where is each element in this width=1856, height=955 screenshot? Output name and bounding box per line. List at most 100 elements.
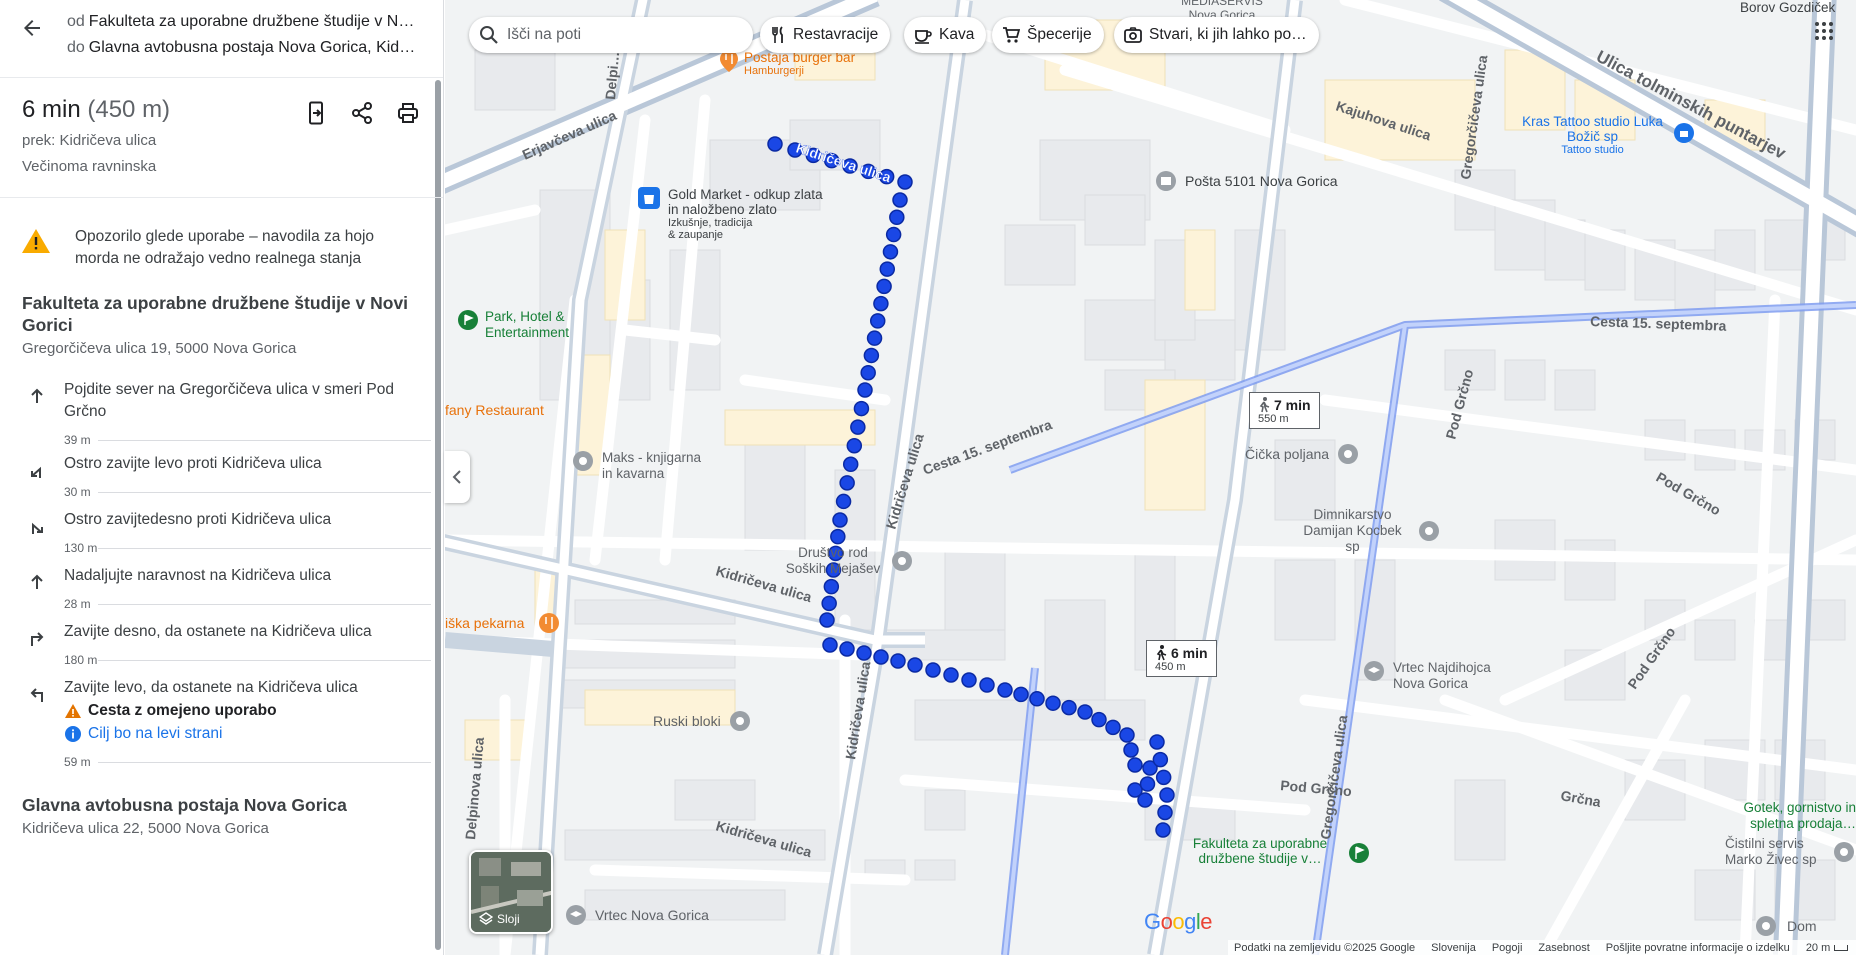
poi-name: Ruski bloki — [653, 713, 721, 729]
step-item[interactable]: Pojdite sever na Gregorčičeva ulica v sm… — [0, 379, 443, 453]
grey-pin-icon — [1834, 842, 1854, 862]
send-to-phone-button[interactable] — [303, 100, 329, 126]
search-input[interactable] — [507, 26, 727, 44]
chip-specerije[interactable]: Špecerije — [992, 17, 1104, 53]
scale-bar[interactable]: 20 m — [1806, 942, 1849, 954]
poi-name: Gotek, gornistvo in spletna prodaja… — [1743, 800, 1856, 831]
shopping-bag-icon — [638, 187, 660, 209]
privacy-link[interactable]: Zasebnost — [1538, 942, 1589, 954]
layers-button[interactable]: Sloji — [469, 850, 553, 934]
chip-label: Restavracije — [793, 26, 879, 43]
poi-drustvo[interactable]: Društvo rod Soških Mejašev — [783, 545, 913, 577]
poi-gotek[interactable]: Gotek, gornistvo in spletna prodaja… — [1730, 800, 1856, 832]
warning-triangle-icon — [22, 229, 50, 253]
step-distance: 180 m — [64, 653, 431, 673]
poi-fakulteta[interactable]: Fakulteta za uporabne družbene študije v… — [1180, 836, 1370, 866]
search-along-route[interactable] — [469, 17, 753, 53]
poi-vrtec-nova-gorica[interactable]: Vrtec Nova Gorica — [565, 904, 709, 926]
step-text: Ostro zavijtedesno proti Kidričeva ulica — [64, 511, 332, 528]
destination-block: Glavna avtobusna postaja Nova Gorica Kid… — [0, 775, 443, 837]
step-item[interactable]: Ostro zavijtedesno proti Kidričeva ulica… — [0, 509, 443, 565]
origin-field[interactable]: od Fakulteta za uporabne družbene študije… — [67, 13, 419, 31]
poi-borov-gozdicek[interactable]: Borov Gozdiček — [1740, 0, 1835, 15]
walking-icon — [1156, 645, 1167, 661]
destination-name[interactable]: Glavna avtobusna postaja Nova Gorica — [22, 795, 421, 816]
turn-right-arrow-icon — [24, 625, 50, 651]
poi-cicka-poljana[interactable]: Čička poljana — [1245, 443, 1359, 465]
grey-pin-icon — [729, 711, 750, 731]
mail-pin-icon — [1156, 171, 1176, 191]
origin-name[interactable]: Fakulteta za uporabne družbene študije v… — [22, 292, 421, 336]
step-distance: 30 m — [64, 485, 431, 505]
step-distance: 59 m — [64, 755, 431, 775]
step-item[interactable]: Ostro zavijte levo proti Kidričeva ulica… — [0, 453, 443, 509]
country-link[interactable]: Slovenija — [1431, 942, 1476, 954]
usage-warning: Opozorilo glede uporabe – navodila za ho… — [0, 198, 443, 278]
destination-field[interactable]: do Glavna avtobusna postaja Nova Gorica, … — [67, 39, 419, 57]
poi-ruski-bloki[interactable]: Ruski bloki — [653, 710, 751, 732]
poi-pekarna[interactable]: iška pekarna — [445, 612, 560, 634]
step-distance: 39 m — [64, 433, 431, 453]
poi-name: Čička poljana — [1245, 446, 1330, 462]
green-pin-icon — [458, 310, 478, 330]
poi-name: Društvo rod Soških Mejašev — [785, 545, 881, 576]
time-value: 6 min — [22, 96, 81, 123]
step-item[interactable]: Zavijte desno, da ostanete na Kidričeva … — [0, 621, 443, 677]
chip-kava[interactable]: Kava — [904, 17, 987, 53]
poi-name: Dom — [1787, 918, 1817, 934]
chip-things-to-do[interactable]: Stvari, ki jih lahko po… — [1114, 17, 1319, 53]
grey-pin-icon — [1419, 521, 1439, 541]
summary-actions — [303, 100, 421, 126]
straight-arrow-icon — [24, 569, 50, 595]
restricted-road-note: Cesta z omejeno uporabo — [64, 699, 415, 722]
poi-fany-restaurant[interactable]: fany Restaurant — [445, 402, 544, 418]
poi-name: Maks - knjigarna in kavarna — [602, 450, 702, 481]
step-item[interactable]: Nadaljujte naravnost na Kidričeva ulica … — [0, 565, 443, 621]
poi-name: Pošta 5101 Nova Gorica — [1185, 173, 1338, 189]
poi-vrtec-najdihojca[interactable]: Vrtec Najdihojca Nova Gorica — [1363, 660, 1518, 692]
destination-side-text: Cilj bo na levi strani — [88, 725, 223, 742]
poi-cistilni-servis[interactable]: Čistilni servis Marko Živec sp — [1725, 836, 1855, 868]
shopping-cart-icon — [1003, 27, 1020, 43]
grey-pin-icon — [1338, 444, 1359, 464]
poi-dimnikarstvo[interactable]: Dimnikarstvo Damijan Kocbek sp — [1295, 507, 1440, 555]
share-button[interactable] — [349, 100, 375, 126]
poi-posta[interactable]: Pošta 5101 Nova Gorica — [1155, 170, 1338, 192]
step-item[interactable]: Zavijte levo, da ostanete na Kidričeva u… — [0, 677, 443, 775]
poi-park-hotel[interactable]: Park, Hotel & Entertainment — [457, 309, 600, 341]
google-apps-button[interactable] — [1809, 16, 1839, 46]
poi-gold-market[interactable]: Gold Market - odkup zlata in naložbeno z… — [638, 187, 828, 241]
print-icon — [398, 103, 418, 123]
poi-name: fany Restaurant — [445, 402, 544, 418]
fork-knife-icon — [772, 26, 783, 43]
poi-maks[interactable]: Maks - knjigarna in kavarna — [572, 450, 712, 482]
step-text: Ostro zavijte levo proti Kidričeva ulica — [64, 455, 322, 472]
destination-side-note: Cilj bo na levi strani — [64, 722, 415, 745]
grey-pin-icon — [1756, 916, 1776, 936]
from-text: Fakulteta za uporabne družbene študije v… — [88, 13, 419, 30]
step-text: Pojdite sever na Gregorčičeva ulica v sm… — [64, 381, 394, 420]
step-list: Pojdite sever na Gregorčičeva ulica v sm… — [0, 357, 443, 775]
poi-name: Park, Hotel & Entertainment — [485, 309, 570, 340]
poi-kras-tattoo[interactable]: Kras Tattoo studio Luka Božič sp Tattoo s… — [1520, 114, 1695, 156]
destination-flag-icon — [1349, 843, 1369, 863]
poi-layer: Postaja burger bar Hamburgerji Gold Marke… — [445, 0, 1856, 955]
chip-restavracije[interactable]: Restavracije — [760, 17, 891, 53]
route-time-tooltip-main[interactable]: 6 min 450 m — [1146, 640, 1217, 677]
map-canvas[interactable]: Erjavčeva ulica Kidričeva ulica Kidričev… — [445, 0, 1856, 955]
back-button[interactable] — [18, 14, 46, 42]
feedback-link[interactable]: Pošljite povratne informacije o izdelku — [1606, 942, 1790, 954]
terms-link[interactable]: Pogoji — [1492, 942, 1523, 954]
grey-pin-icon — [573, 451, 593, 471]
poi-dom[interactable]: Dom — [1755, 915, 1817, 937]
grey-pin-icon — [892, 551, 912, 571]
distance-value: (450 m) — [87, 96, 171, 123]
restaurant-pin-icon — [720, 50, 738, 72]
map-data-credit: Podatki na zemljevidu ©2025 Google — [1234, 941, 1416, 954]
poi-burger[interactable]: Postaja burger bar Hamburgerji — [720, 50, 855, 77]
route-time-tooltip-alt[interactable]: 7 min 550 m — [1249, 392, 1320, 429]
collapse-panel-button[interactable] — [444, 451, 470, 503]
straight-arrow-icon — [24, 383, 50, 409]
poi-sub: Izkušnje, tradicija & zaupanje — [668, 217, 753, 241]
print-button[interactable] — [395, 100, 421, 126]
